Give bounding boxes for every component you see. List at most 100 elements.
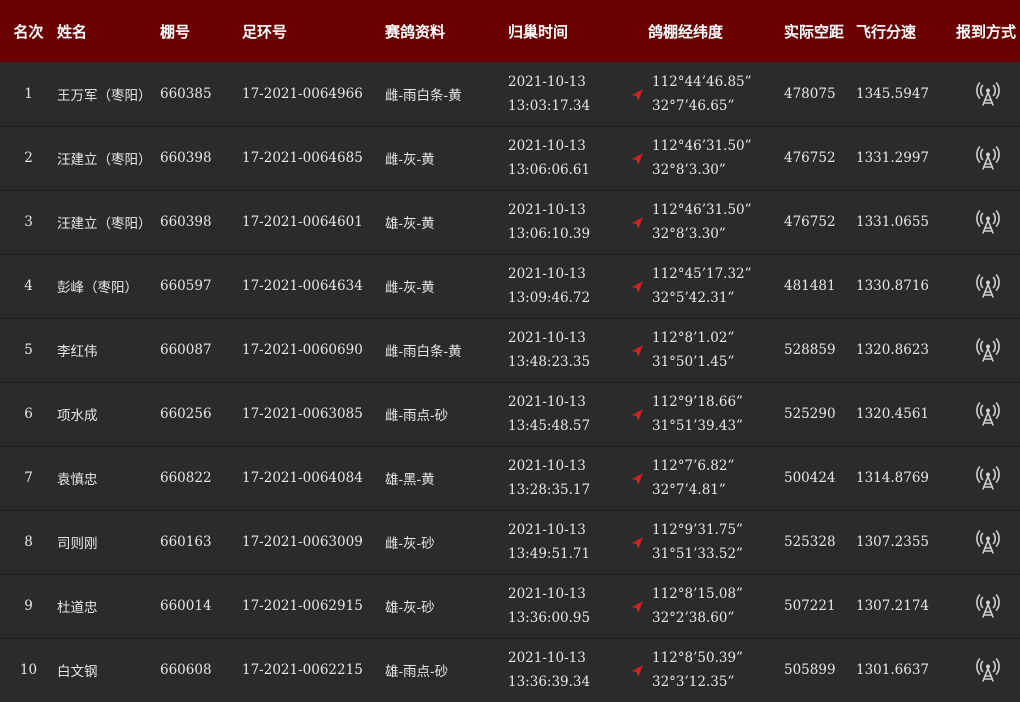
red-arrow-icon[interactable]: [630, 472, 644, 486]
red-arrow-icon[interactable]: [630, 280, 644, 294]
header-pigeon[interactable]: 赛鸽资料: [385, 0, 508, 62]
latitude: 31°51’39.43”: [652, 418, 743, 434]
longitude: 112°45’17.32”: [652, 266, 752, 282]
signal-tower-icon[interactable]: [975, 530, 1001, 554]
name-cell: 袁慎忠: [57, 472, 98, 488]
report-cell: [956, 382, 1020, 446]
red-arrow-icon[interactable]: [630, 344, 644, 358]
signal-tower-icon[interactable]: [975, 274, 1001, 298]
ring-cell: 17-2021-0062915: [242, 598, 363, 614]
name-cell: 汪建立（枣阳）: [57, 152, 152, 168]
red-arrow-icon[interactable]: [630, 536, 644, 550]
pigeon-cell: 雄-雨点-砂: [385, 664, 449, 681]
loft-cell: 660256: [160, 406, 212, 422]
coords-cell: 112°9’18.66” 31°51’39.43”: [630, 382, 784, 446]
table-row[interactable]: 9 杜道忠 660014 17-2021-0062915 雄-灰-砂 2021-…: [0, 574, 1020, 638]
time-cell: 2021-10-13 13:49:51.71: [508, 510, 630, 574]
red-arrow-icon[interactable]: [630, 152, 644, 166]
table-row[interactable]: 3 汪建立（枣阳） 660398 17-2021-0064601 雄-灰-黄 2…: [0, 190, 1020, 254]
return-time: 13:03:17.34: [508, 97, 591, 114]
signal-tower-icon[interactable]: [975, 210, 1001, 234]
red-arrow-icon[interactable]: [630, 216, 644, 230]
return-date: 2021-10-13: [508, 266, 586, 282]
red-arrow-icon[interactable]: [630, 600, 644, 614]
coords-cell: 112°8’50.39” 32°3’12.35”: [630, 638, 784, 702]
return-date: 2021-10-13: [508, 394, 586, 410]
table-row[interactable]: 7 袁慎忠 660822 17-2021-0064084 雄-黑-黄 2021-…: [0, 446, 1020, 510]
time-cell: 2021-10-13 13:36:39.34: [508, 638, 630, 702]
report-cell: [956, 574, 1020, 638]
longitude: 112°9’18.66”: [652, 394, 743, 410]
loft-cell: 660608: [160, 662, 212, 679]
time-cell: 2021-10-13 13:28:35.17: [508, 446, 630, 510]
header-distance[interactable]: 实际空距: [784, 0, 856, 62]
speed-cell: 1307.2174: [856, 598, 930, 614]
header-name[interactable]: 姓名: [57, 0, 160, 62]
rank-cell: 6: [24, 406, 33, 422]
signal-tower-icon[interactable]: [975, 594, 1001, 618]
coords-cell: 112°46’31.50” 32°8’3.30”: [630, 190, 784, 254]
longitude: 112°8’15.08”: [652, 586, 743, 602]
report-cell: [956, 510, 1020, 574]
table-row[interactable]: 10 白文钢 660608 17-2021-0062215 雄-雨点-砂 202…: [0, 638, 1020, 702]
longitude: 112°9’31.75”: [652, 522, 743, 538]
signal-tower-icon[interactable]: [975, 658, 1001, 683]
table-row[interactable]: 4 彭峰（枣阳） 660597 17-2021-0064634 雌-灰-黄 20…: [0, 254, 1020, 318]
name-cell: 白文钢: [57, 664, 98, 681]
header-ring[interactable]: 足环号: [242, 0, 385, 62]
ring-cell: 17-2021-0064685: [242, 150, 363, 166]
return-date: 2021-10-13: [508, 650, 586, 667]
header-time[interactable]: 归巢时间: [508, 0, 630, 62]
rank-cell: 10: [19, 662, 38, 679]
distance-cell: 478075: [784, 85, 836, 102]
signal-tower-icon[interactable]: [975, 338, 1001, 362]
red-arrow-icon[interactable]: [630, 664, 644, 678]
signal-tower-icon[interactable]: [975, 402, 1001, 426]
header-loft[interactable]: 棚号: [160, 0, 242, 62]
table-row[interactable]: 1 王万军（枣阳） 660385 17-2021-0064966 雌-雨白条-黄…: [0, 62, 1020, 126]
speed-cell: 1301.6637: [856, 662, 930, 679]
return-time: 13:28:35.17: [508, 482, 591, 498]
table-row[interactable]: 6 项水成 660256 17-2021-0063085 雌-雨点-砂 2021…: [0, 382, 1020, 446]
longitude: 112°46’31.50”: [652, 202, 752, 218]
distance-cell: 525328: [784, 534, 836, 550]
table-body: 1 王万军（枣阳） 660385 17-2021-0064966 雌-雨白条-黄…: [0, 62, 1020, 702]
red-arrow-icon[interactable]: [630, 408, 644, 422]
loft-cell: 660087: [160, 342, 212, 358]
longitude: 112°44’46.85”: [652, 73, 752, 90]
red-arrow-icon[interactable]: [630, 88, 644, 102]
rank-cell: 8: [24, 534, 33, 550]
signal-tower-icon[interactable]: [975, 466, 1001, 490]
report-cell: [956, 638, 1020, 702]
header-coords[interactable]: 鸽棚经纬度: [630, 0, 784, 62]
return-date: 2021-10-13: [508, 522, 586, 538]
header-rank[interactable]: 名次: [0, 0, 57, 62]
signal-tower-icon[interactable]: [975, 146, 1001, 170]
signal-tower-icon[interactable]: [975, 81, 1001, 106]
distance-cell: 476752: [784, 214, 836, 230]
ring-cell: 17-2021-0064601: [242, 214, 363, 230]
return-date: 2021-10-13: [508, 202, 586, 218]
header-speed[interactable]: 飞行分速: [856, 0, 956, 62]
table-row[interactable]: 5 李红伟 660087 17-2021-0060690 雌-雨白条-黄 202…: [0, 318, 1020, 382]
return-time: 13:06:06.61: [508, 162, 591, 178]
name-cell: 司则刚: [57, 536, 98, 552]
header-report[interactable]: 报到方式: [956, 0, 1020, 62]
name-cell: 彭峰（枣阳）: [57, 280, 138, 296]
loft-cell: 660385: [160, 85, 212, 102]
return-time: 13:36:00.95: [508, 610, 591, 626]
speed-cell: 1330.8716: [856, 278, 930, 294]
pigeon-cell: 雌-雨白条-黄: [385, 344, 462, 360]
name-cell: 李红伟: [57, 344, 98, 360]
longitude: 112°7’6.82”: [652, 458, 735, 474]
coords-cell: 112°8’1.02” 31°50’1.45”: [630, 318, 784, 382]
coords-cell: 112°46’31.50” 32°8’3.30”: [630, 126, 784, 190]
table-row[interactable]: 8 司则刚 660163 17-2021-0063009 雌-灰-砂 2021-…: [0, 510, 1020, 574]
race-results-table: 名次 姓名 棚号 足环号 赛鸽资料 归巢时间 鸽棚经纬度 实际空距 飞行分速 报…: [0, 0, 1020, 702]
rank-cell: 7: [24, 470, 33, 486]
table-row[interactable]: 2 汪建立（枣阳） 660398 17-2021-0064685 雌-灰-黄 2…: [0, 126, 1020, 190]
coords-cell: 112°7’6.82” 32°7’4.81”: [630, 446, 784, 510]
latitude: 32°7’4.81”: [652, 482, 726, 498]
distance-cell: 525290: [784, 406, 836, 422]
time-cell: 2021-10-13 13:45:48.57: [508, 382, 630, 446]
